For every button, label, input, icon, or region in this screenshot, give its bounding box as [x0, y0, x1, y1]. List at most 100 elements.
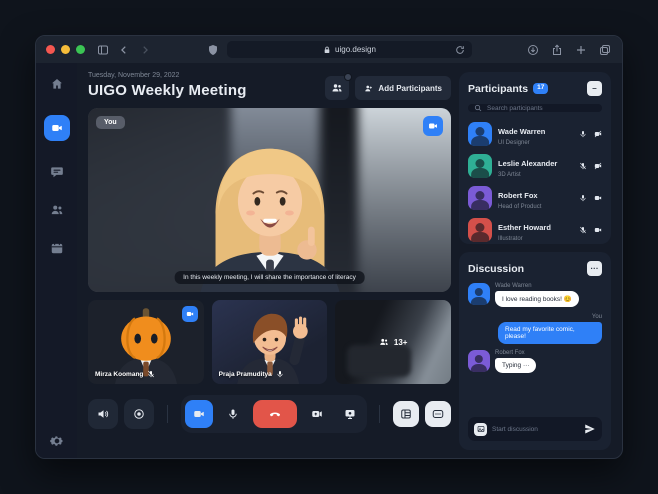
tab-overview-icon[interactable]: [598, 43, 612, 57]
more-options-button[interactable]: [425, 401, 451, 427]
contacts-icon[interactable]: [50, 203, 64, 217]
add-participants-button[interactable]: Add Participants: [355, 76, 451, 100]
mic-status-icon[interactable]: [579, 130, 587, 138]
overflow-participants-tile[interactable]: 13+: [335, 300, 452, 384]
discussion-input-bar[interactable]: [468, 417, 602, 441]
phone-icon: [269, 412, 280, 417]
present-button[interactable]: [337, 399, 363, 429]
participant-row[interactable]: Esther Howard Illustrator: [468, 217, 602, 242]
send-button[interactable]: [584, 423, 596, 435]
discussion-input[interactable]: [492, 425, 579, 433]
person-add-icon: [365, 85, 373, 91]
overflow-count: 13+: [393, 337, 408, 347]
attach-media-button[interactable]: [474, 422, 487, 436]
privacy-shield-icon[interactable]: [206, 43, 220, 57]
participants-search[interactable]: [468, 104, 602, 112]
thumbnail-tile[interactable]: Praja Pramuditya: [211, 300, 328, 384]
mic-status-icon[interactable]: [579, 162, 587, 170]
thumbnail-name: Mirza Koomang: [95, 370, 144, 378]
avatar: [468, 350, 490, 372]
avatar: [468, 283, 490, 305]
participant-name: Wade Warren: [498, 127, 546, 136]
main-video-tile: You In this weekly meeting, I will share…: [88, 108, 451, 292]
share-icon[interactable]: [550, 43, 564, 57]
end-call-button[interactable]: [252, 400, 297, 428]
screen-share-button[interactable]: [304, 399, 330, 429]
back-icon[interactable]: [117, 43, 131, 57]
chat-message: Robert Fox Typing ···: [468, 350, 602, 373]
message-sender: Robert Fox: [495, 350, 525, 356]
speaker-icon: [98, 410, 109, 418]
record-button[interactable]: [124, 399, 154, 429]
record-icon: [134, 409, 144, 419]
participant-name: Robert Fox: [498, 191, 538, 200]
browser-window: uigo.design Tuesday, November 29, 2022 U…: [35, 35, 623, 459]
avatar: [468, 153, 492, 178]
right-panel: Participants 17 – Wade Warren UI Designer: [459, 72, 611, 450]
settings-gear-icon[interactable]: [49, 434, 64, 448]
participant-role: Head of Product: [498, 204, 542, 210]
url-bar[interactable]: uigo.design: [227, 41, 472, 58]
sidebar-item-meetings[interactable]: [43, 115, 70, 141]
camera-status-icon[interactable]: [594, 226, 602, 234]
page-title: UIGO Weekly Meeting: [88, 82, 247, 99]
thumbnail-camera-button[interactable]: [181, 306, 198, 322]
camera-toggle-button[interactable]: [184, 400, 213, 428]
calendar-icon[interactable]: [50, 241, 64, 255]
participant-name: Leslie Alexander: [498, 159, 558, 168]
participant-role: UI Designer: [498, 140, 530, 146]
divider: [379, 405, 381, 423]
layout-button[interactable]: [393, 401, 419, 427]
camera-status-icon[interactable]: [594, 194, 602, 202]
meeting-header: Tuesday, November 29, 2022 UIGO Weekly M…: [88, 72, 451, 100]
speaker-button[interactable]: [88, 399, 118, 429]
zoom-window-button[interactable]: [76, 45, 85, 54]
home-icon[interactable]: [50, 77, 64, 91]
new-tab-icon[interactable]: [574, 43, 588, 57]
participant-name: Esther Howard: [498, 223, 551, 232]
video-camera-icon: [193, 411, 204, 417]
thumbnail-tile[interactable]: Mirza Koomang: [88, 300, 204, 384]
camera-status-icon[interactable]: [594, 162, 602, 170]
window-controls: [46, 45, 85, 54]
downloads-icon[interactable]: [526, 43, 540, 57]
mic-status-icon[interactable]: [579, 226, 587, 234]
sidebar-toggle-icon[interactable]: [96, 43, 110, 57]
reload-icon[interactable]: [453, 43, 467, 57]
participant-row[interactable]: Wade Warren UI Designer: [468, 121, 602, 146]
chat-icon[interactable]: [50, 165, 64, 179]
microphone-button[interactable]: [220, 399, 246, 429]
thumbnail-name: Praja Pramuditya: [218, 370, 272, 378]
minimize-window-button[interactable]: [61, 45, 70, 54]
video-camera-icon: [186, 312, 193, 316]
message-list: Wade Warren I love reading books! 😊 You …: [468, 283, 602, 441]
collapse-participants-button[interactable]: –: [587, 81, 602, 96]
discussion-menu-button[interactable]: ···: [587, 261, 602, 276]
content-area: Tuesday, November 29, 2022 UIGO Weekly M…: [77, 63, 622, 458]
participant-row[interactable]: Robert Fox Head of Product: [468, 185, 602, 210]
avatar: [468, 217, 492, 242]
participant-row[interactable]: Leslie Alexander 3D Artist: [468, 153, 602, 178]
typing-indicator: Typing ···: [495, 358, 537, 373]
search-icon: [474, 104, 482, 112]
live-caption: In this weekly meeting, I will share the…: [174, 271, 365, 284]
message-bubble: Read my favorite comic, please!: [498, 322, 602, 344]
main-column: Tuesday, November 29, 2022 UIGO Weekly M…: [88, 72, 452, 450]
divider: [166, 405, 168, 423]
video-camera-icon: [429, 123, 437, 129]
participants-title: Participants: [468, 82, 529, 95]
camera-status-icon[interactable]: [594, 130, 602, 138]
mic-status-icon[interactable]: [579, 194, 587, 202]
search-input[interactable]: [487, 104, 596, 112]
participants-quick-button[interactable]: [325, 73, 353, 100]
close-window-button[interactable]: [46, 45, 55, 54]
add-participants-label: Add Participants: [378, 83, 442, 93]
mic-off-icon: [147, 370, 155, 378]
video-camera-icon: [51, 125, 62, 131]
avatar: [468, 121, 492, 146]
image-icon: [477, 425, 484, 433]
forward-icon[interactable]: [138, 43, 152, 57]
message-sender: You: [591, 314, 602, 320]
chat-message: Wade Warren I love reading books! 😊: [468, 283, 602, 307]
tile-camera-button[interactable]: [423, 116, 443, 136]
